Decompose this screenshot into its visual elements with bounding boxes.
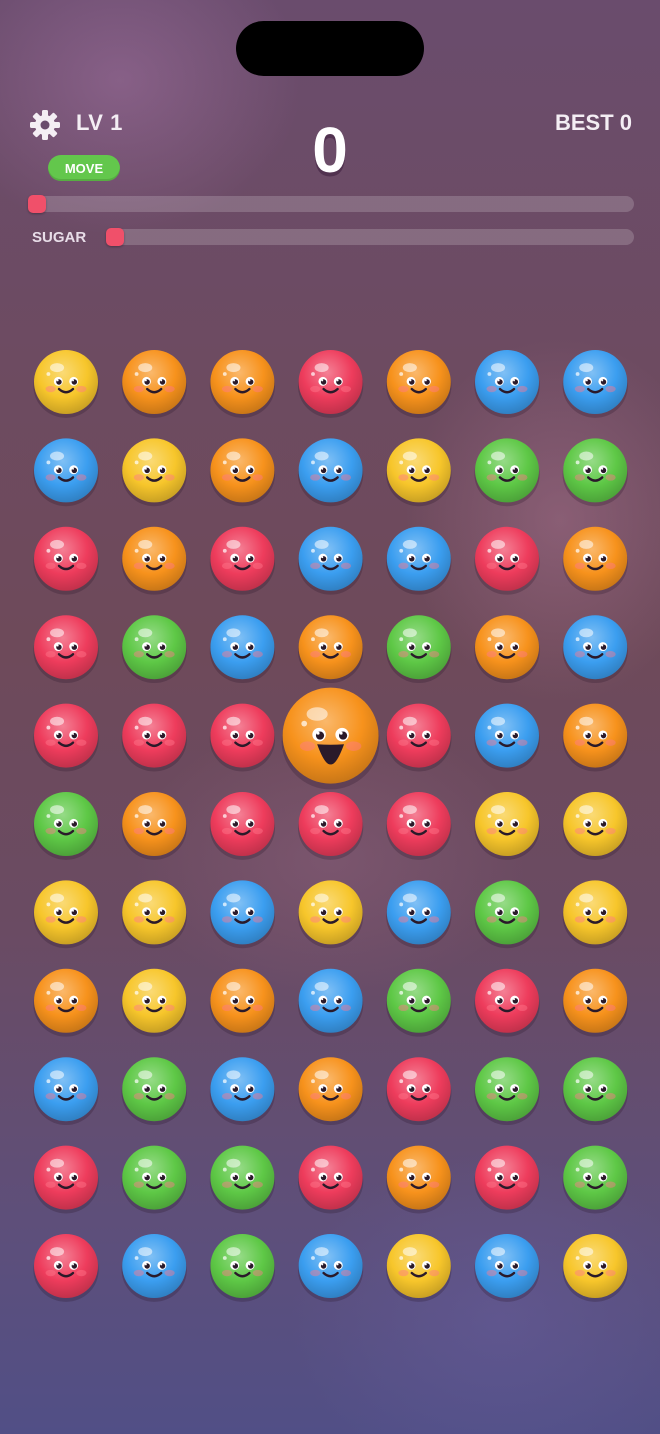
bubble-red[interactable] <box>209 526 276 595</box>
bubble-orange[interactable] <box>209 350 276 418</box>
bubble-red[interactable] <box>121 703 187 772</box>
bubble-red[interactable] <box>474 526 540 595</box>
bubble-blue[interactable] <box>209 615 276 684</box>
bubble-blue[interactable] <box>562 615 628 684</box>
bubble-blue[interactable] <box>386 526 452 595</box>
bubble-yellow[interactable] <box>562 880 628 949</box>
bubble-blue[interactable] <box>33 1057 99 1126</box>
bubble-orange[interactable] <box>562 703 628 772</box>
bubble-green[interactable] <box>474 438 540 507</box>
bubble-blue[interactable] <box>209 1057 276 1126</box>
bubble-green[interactable] <box>121 615 187 684</box>
bubble-blue[interactable] <box>474 350 540 418</box>
bubble-orange[interactable] <box>281 687 380 790</box>
bubble-green[interactable] <box>121 1145 187 1214</box>
bubble-orange[interactable] <box>562 526 628 595</box>
bubble-yellow[interactable] <box>386 438 452 507</box>
bubble-green[interactable] <box>209 1234 276 1302</box>
bubble-orange[interactable] <box>121 526 187 595</box>
game-board <box>0 0 660 1434</box>
bubble-green[interactable] <box>474 880 540 949</box>
bubble-green[interactable] <box>562 1145 628 1214</box>
bubble-orange[interactable] <box>474 615 540 684</box>
bubble-orange[interactable] <box>297 615 364 684</box>
bubble-red[interactable] <box>33 615 99 684</box>
bubble-blue[interactable] <box>297 526 364 595</box>
bubble-red[interactable] <box>209 703 276 772</box>
bubble-red[interactable] <box>297 1145 364 1214</box>
bubble-green[interactable] <box>386 615 452 684</box>
bubble-blue[interactable] <box>121 1234 187 1302</box>
bubble-red[interactable] <box>33 703 99 772</box>
bubble-red[interactable] <box>33 1145 99 1214</box>
bubble-red[interactable] <box>209 792 276 860</box>
bubble-yellow[interactable] <box>33 880 99 949</box>
bubble-blue[interactable] <box>474 703 540 772</box>
bubble-yellow[interactable] <box>562 1234 628 1302</box>
bubble-red[interactable] <box>386 792 452 860</box>
bubble-red[interactable] <box>474 1145 540 1214</box>
bubble-orange[interactable] <box>562 968 628 1037</box>
bubble-orange[interactable] <box>121 350 187 418</box>
bubble-blue[interactable] <box>297 438 364 507</box>
bubble-blue[interactable] <box>562 350 628 418</box>
bubble-red[interactable] <box>33 1234 99 1302</box>
bubble-red[interactable] <box>297 792 364 860</box>
bubble-blue[interactable] <box>386 880 452 949</box>
bubble-yellow[interactable] <box>121 438 187 507</box>
bubble-green[interactable] <box>474 1057 540 1126</box>
bubble-green[interactable] <box>562 438 628 507</box>
bubble-green[interactable] <box>33 792 99 860</box>
bubble-green[interactable] <box>121 1057 187 1126</box>
bubble-red[interactable] <box>386 703 452 772</box>
bubble-green[interactable] <box>209 1145 276 1214</box>
bubble-blue[interactable] <box>297 1234 364 1302</box>
bubble-yellow[interactable] <box>297 880 364 949</box>
bubble-yellow[interactable] <box>121 880 187 949</box>
bubble-yellow[interactable] <box>33 350 99 418</box>
bubble-red[interactable] <box>386 1057 452 1126</box>
bubble-green[interactable] <box>386 968 452 1037</box>
bubble-blue[interactable] <box>297 968 364 1037</box>
bubble-orange[interactable] <box>33 968 99 1037</box>
bubble-yellow[interactable] <box>474 792 540 860</box>
bubble-orange[interactable] <box>209 968 276 1037</box>
bubble-green[interactable] <box>562 1057 628 1126</box>
bubble-yellow[interactable] <box>121 968 187 1037</box>
bubble-orange[interactable] <box>297 1057 364 1126</box>
bubble-red[interactable] <box>297 350 364 418</box>
bubble-blue[interactable] <box>209 880 276 949</box>
bubble-yellow[interactable] <box>386 1234 452 1302</box>
bubble-orange[interactable] <box>386 350 452 418</box>
bubble-red[interactable] <box>33 526 99 595</box>
bubble-blue[interactable] <box>474 1234 540 1302</box>
bubble-grid <box>33 350 628 1302</box>
bubble-orange[interactable] <box>386 1145 452 1214</box>
bubble-orange[interactable] <box>209 438 276 507</box>
bubble-orange[interactable] <box>121 792 187 860</box>
bubble-red[interactable] <box>474 968 540 1037</box>
bubble-yellow[interactable] <box>562 792 628 860</box>
bubble-blue[interactable] <box>33 438 99 507</box>
